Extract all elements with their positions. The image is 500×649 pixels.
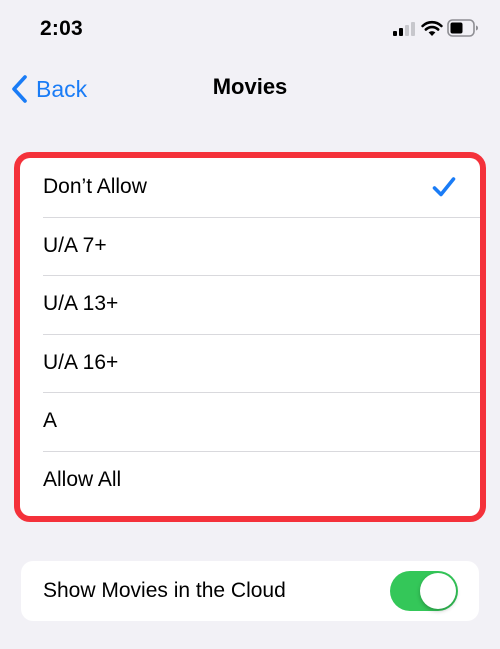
rating-options-list: Don’t Allow U/A 7+ U/A 13+ U/A 16+ A All…	[20, 158, 480, 516]
checkmark-icon	[432, 177, 456, 197]
wifi-icon	[421, 20, 443, 36]
cloud-toggle-switch[interactable]	[390, 571, 458, 611]
cloud-setting-label: Show Movies in the Cloud	[43, 579, 286, 602]
option-a[interactable]: A	[20, 392, 480, 451]
cloud-setting-row: Show Movies in the Cloud	[21, 561, 479, 621]
option-label: U/A 16+	[43, 350, 119, 374]
navigation-bar: Movies Back	[0, 60, 500, 118]
status-bar: 2:03	[0, 0, 500, 60]
chevron-left-icon	[12, 75, 27, 103]
option-dont-allow[interactable]: Don’t Allow	[20, 158, 480, 217]
signal-icon	[393, 22, 415, 36]
back-button[interactable]: Back	[10, 72, 87, 106]
option-label: U/A 7+	[43, 233, 107, 257]
option-ua-7[interactable]: U/A 7+	[20, 216, 480, 276]
highlight-frame: Don’t Allow U/A 7+ U/A 13+ U/A 16+ A All…	[14, 152, 486, 522]
option-label: Allow All	[43, 467, 122, 491]
option-allow-all[interactable]: Allow All	[20, 450, 480, 510]
back-label: Back	[36, 75, 88, 102]
battery-icon	[447, 19, 478, 37]
option-label: Don’t Allow	[43, 175, 147, 199]
status-time: 2:03	[40, 17, 83, 40]
option-ua-13[interactable]: U/A 13+	[20, 275, 480, 334]
toggle-knob	[420, 573, 456, 609]
option-ua-16[interactable]: U/A 16+	[20, 333, 480, 393]
option-label: U/A 13+	[43, 292, 119, 316]
option-label: A	[43, 409, 58, 433]
